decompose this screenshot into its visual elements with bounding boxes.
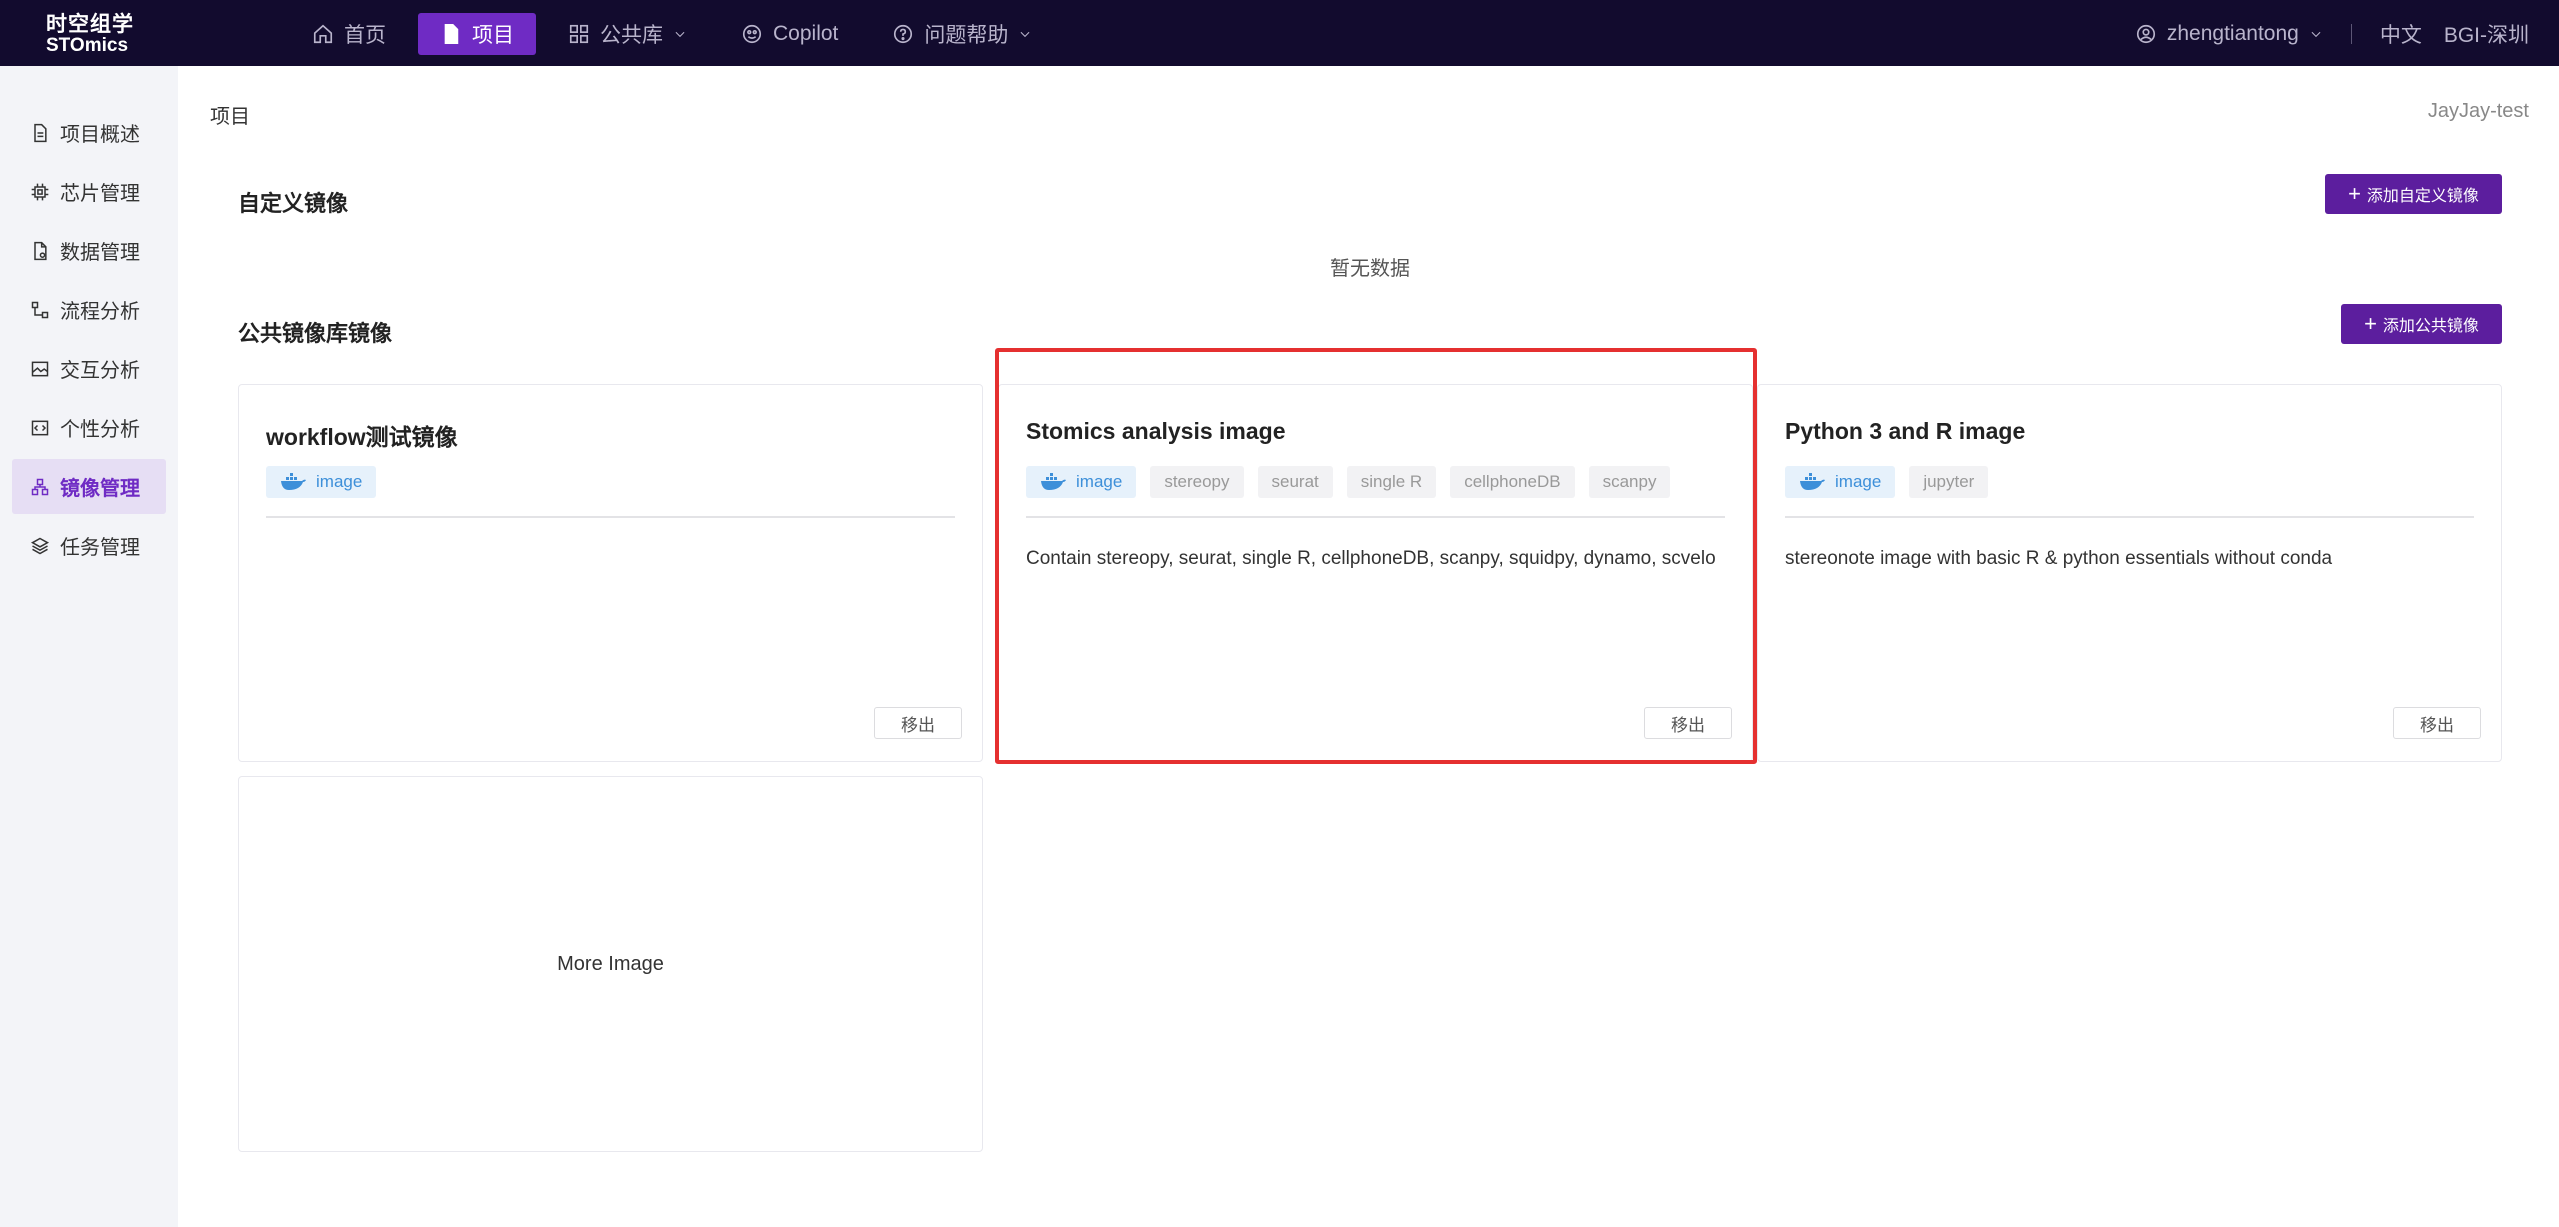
region-switch[interactable]: BGI-深圳 — [2444, 19, 2529, 49]
document-icon — [34, 123, 47, 142]
nav-home[interactable]: 首页 — [290, 13, 408, 55]
tag-single-r: single R — [1346, 466, 1437, 498]
divider — [2350, 24, 2352, 44]
tag-image: image — [266, 466, 377, 498]
nav-help-label: 问题帮助 — [924, 24, 1009, 47]
card-description: Contain stereopy, seurat, single R, cell… — [1026, 548, 1716, 569]
flow-icon — [31, 301, 49, 318]
tag-cellphonedb: cellphoneDB — [1450, 466, 1575, 498]
language-switch[interactable]: 中文 — [2380, 19, 2422, 49]
sidebar-item-label: 镜像管理 — [60, 478, 140, 500]
nav-help[interactable]: 问题帮助 — [870, 13, 1054, 55]
nav-copilot-label: Copilot — [773, 22, 839, 45]
add-public-image-label: 添加公共镜像 — [2382, 318, 2479, 335]
card-title: Python 3 and R image — [1785, 418, 2026, 444]
data-file-icon — [34, 241, 47, 260]
network-icon — [31, 478, 49, 495]
nav-public-library-label: 公共库 — [600, 24, 663, 47]
home-icon — [313, 24, 333, 44]
top-right-controls: zhengtiantong 中文 BGI-深圳 — [2135, 13, 2529, 55]
remove-button[interactable]: 移出 — [874, 707, 962, 739]
stomics-logo[interactable]: 时空组学 STOmics — [46, 13, 136, 56]
card-divider — [1785, 516, 2474, 518]
image-card-workflow: workflow测试镜像 image 移出 — [238, 384, 983, 762]
tag-label: image — [1835, 472, 1882, 491]
card-divider — [266, 516, 955, 518]
sidebar-item-tasks[interactable]: 任务管理 — [12, 518, 166, 573]
chevron-down-icon — [675, 31, 685, 38]
nav-public-library[interactable]: 公共库 — [546, 13, 709, 55]
code-icon — [31, 420, 49, 435]
remove-button[interactable]: 移出 — [2393, 707, 2481, 739]
tag-image: image — [1785, 466, 1896, 498]
user-icon — [2136, 24, 2155, 44]
sidebar-item-label: 芯片管理 — [60, 183, 140, 205]
sidebar-item-workflow[interactable]: 流程分析 — [12, 282, 166, 337]
custom-images-title: 自定义镜像 — [238, 191, 349, 216]
card-title: Stomics analysis image — [1026, 418, 1286, 444]
card-title: workflow测试镜像 — [266, 424, 458, 450]
user-menu[interactable]: zhengtiantong — [2167, 22, 2299, 46]
sidebar-item-custom-analysis[interactable]: 个性分析 — [12, 400, 166, 455]
sidebar-item-data[interactable]: 数据管理 — [12, 223, 166, 278]
tag-seurat: seurat — [1257, 466, 1333, 498]
sidebar-item-label: 任务管理 — [60, 537, 140, 559]
nav-copilot[interactable]: Copilot — [719, 13, 860, 55]
tag-scanpy: scanpy — [1588, 466, 1671, 498]
layers-icon — [30, 537, 50, 554]
logo-line-2: STOmics — [46, 35, 129, 56]
copilot-icon — [742, 24, 762, 44]
plus-icon: + — [2364, 311, 2377, 336]
help-icon — [894, 24, 913, 44]
sidebar-item-label: 流程分析 — [60, 301, 140, 323]
plus-icon: + — [2348, 181, 2361, 206]
project-name: JayJay-test — [2427, 100, 2529, 122]
docker-icon — [281, 473, 306, 490]
tag-image: image — [1026, 466, 1137, 498]
tag-stereopy: stereopy — [1150, 466, 1244, 498]
nav-home-label: 首页 — [344, 24, 386, 47]
main-nav: 首页 项目 公共库 Copilot 问题帮助 — [290, 13, 1064, 55]
nav-projects-label: 项目 — [472, 24, 514, 47]
top-navigation-bar: 时空组学 STOmics 首页 项目 公共库 Copilot 问题帮助 zhen… — [0, 0, 2559, 66]
sidebar-item-label: 个性分析 — [60, 419, 140, 441]
sidebar-item-label: 数据管理 — [60, 242, 140, 264]
docker-icon — [1800, 473, 1825, 490]
empty-state-text: 暂无数据 — [1330, 258, 1410, 280]
image-analysis-icon — [31, 361, 49, 376]
image-card-stomics-analysis: Stomics analysis image image stereopy se… — [998, 384, 1753, 762]
sidebar-item-label: 交互分析 — [60, 360, 140, 382]
add-public-image-button[interactable]: + 添加公共镜像 — [2341, 304, 2502, 344]
logo-line-1: 时空组学 — [46, 13, 134, 36]
tag-list: image jupyter — [1785, 466, 1989, 498]
more-image-label: More Image — [557, 952, 664, 975]
breadcrumb[interactable]: 项目 — [210, 100, 250, 129]
sidebar-item-interactive[interactable]: 交互分析 — [12, 341, 166, 396]
sidebar-item-chips[interactable]: 芯片管理 — [12, 164, 166, 219]
card-description: stereonote image with basic R & python e… — [1785, 548, 2333, 569]
sidebar-item-overview[interactable]: 项目概述 — [12, 105, 166, 160]
add-custom-image-label: 添加自定义镜像 — [2366, 188, 2479, 205]
tag-list: image — [266, 466, 377, 498]
file-icon — [444, 24, 459, 44]
remove-button[interactable]: 移出 — [1644, 707, 1732, 739]
nav-projects[interactable]: 项目 — [418, 13, 536, 55]
sidebar-item-images[interactable]: 镜像管理 — [12, 459, 166, 514]
tag-list: image stereopy seurat single R cellphone… — [1026, 466, 1671, 498]
tag-jupyter: jupyter — [1909, 466, 1989, 498]
card-divider — [1026, 516, 1725, 518]
docker-icon — [1041, 473, 1066, 490]
chevron-down-icon — [2311, 31, 2321, 38]
image-card-python-r: Python 3 and R image image jupyter stere… — [1757, 384, 2502, 762]
chip-icon — [31, 183, 49, 200]
public-images-title: 公共镜像库镜像 — [238, 321, 393, 346]
sidebar: 项目概述 芯片管理 数据管理 流程分析 交互分析 个性分析 镜像管理 任务管理 — [0, 66, 178, 1227]
tag-label: image — [1076, 472, 1123, 491]
sidebar-item-label: 项目概述 — [60, 124, 140, 146]
grid-icon — [569, 24, 589, 44]
chevron-down-icon — [1020, 31, 1030, 38]
more-image-card[interactable]: More Image — [238, 776, 983, 1152]
tag-label: image — [316, 472, 363, 491]
add-custom-image-button[interactable]: + 添加自定义镜像 — [2325, 174, 2502, 214]
